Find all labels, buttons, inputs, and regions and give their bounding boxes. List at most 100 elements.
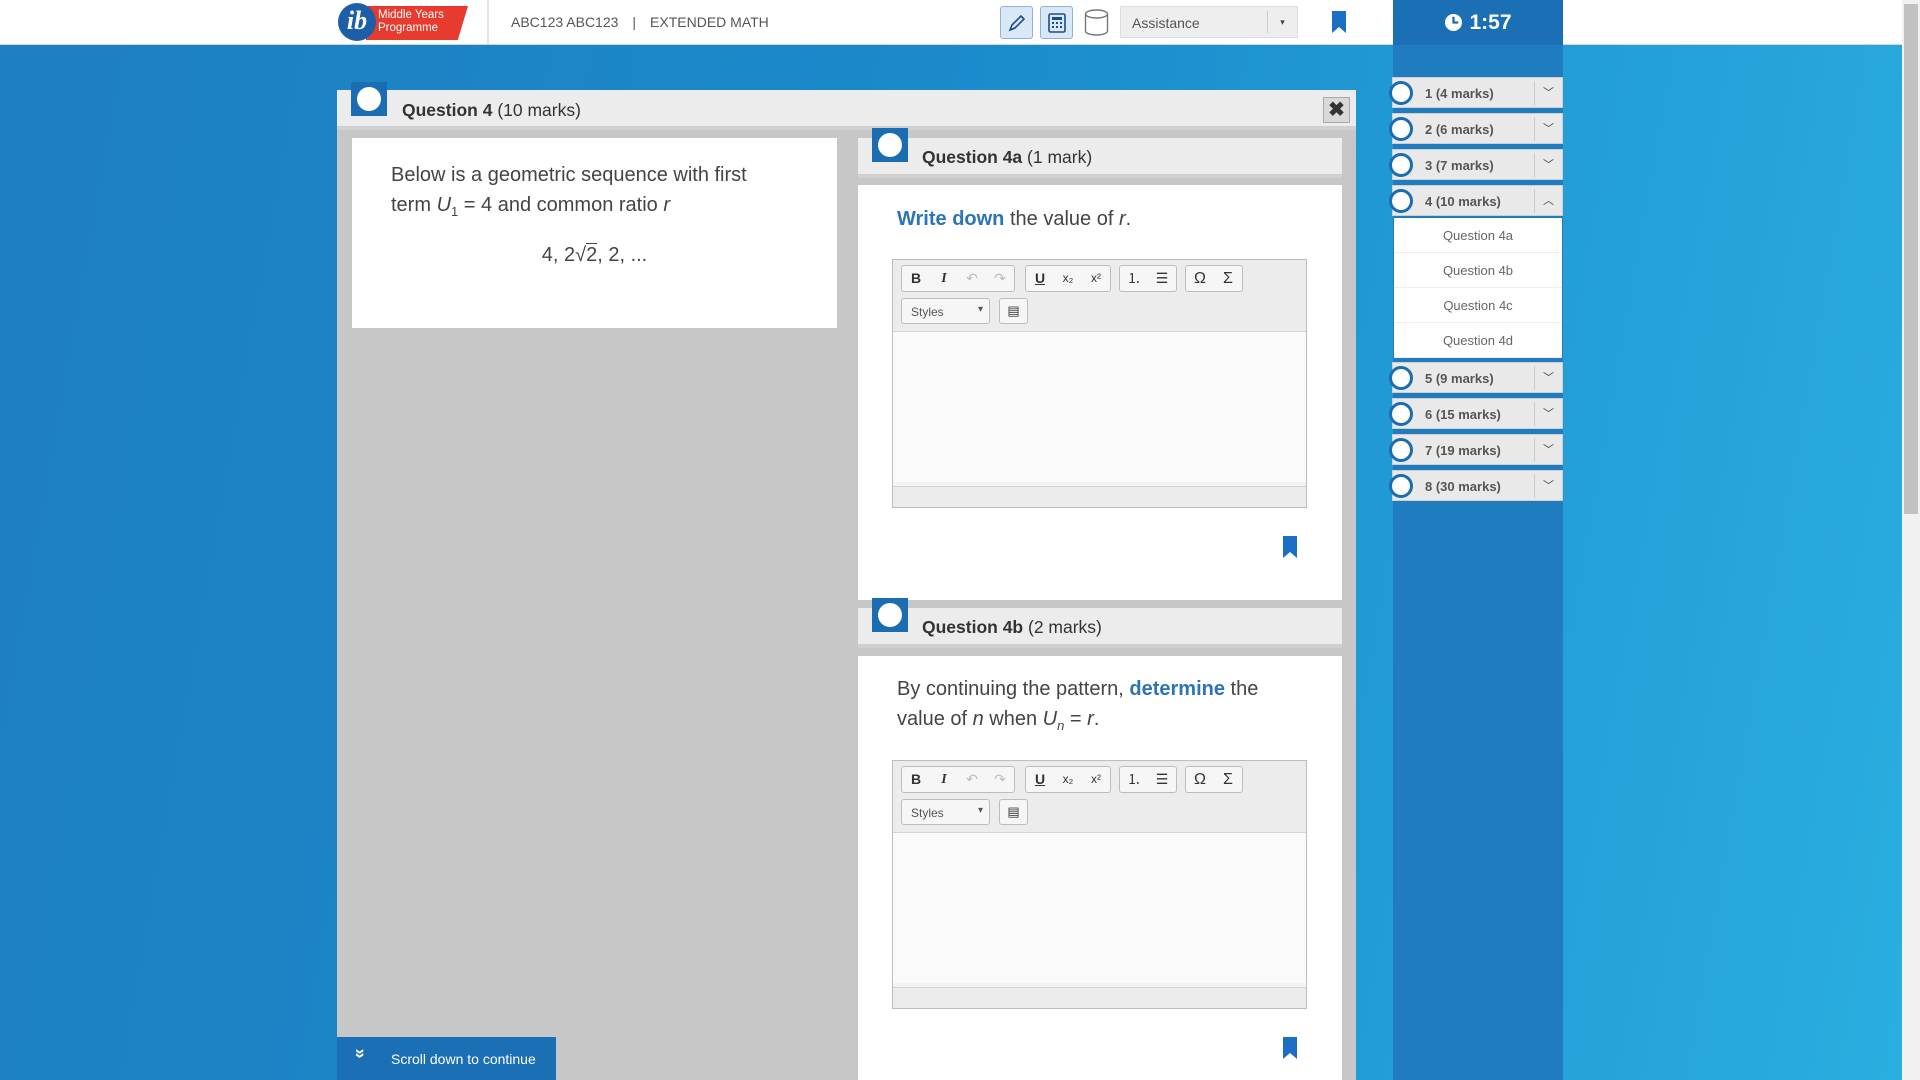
source-icon[interactable]: ▤ bbox=[999, 799, 1028, 825]
close-icon[interactable]: ✖ bbox=[1323, 97, 1350, 123]
sequence-expression: 4, 2√2, 2, ... bbox=[541, 243, 648, 266]
timer-value: 1:57 bbox=[1469, 10, 1512, 34]
part-bookmark-button[interactable] bbox=[1282, 535, 1298, 564]
bookmark-icon bbox=[1283, 536, 1297, 558]
symbol-group: ΩΣ bbox=[1185, 766, 1243, 793]
ib-logo: Middle Years Programme ib bbox=[338, 3, 468, 41]
bold-button[interactable]: B bbox=[902, 266, 930, 291]
ordered-list-button[interactable]: ⒈ bbox=[1120, 266, 1148, 291]
page-scrollbar[interactable] bbox=[1902, 0, 1920, 1080]
chevron-down-icon[interactable]: ﹀ bbox=[1534, 402, 1562, 426]
double-chevron-down-icon: » bbox=[350, 1048, 371, 1059]
nav-item-label: 6 (15 marks) bbox=[1425, 407, 1501, 422]
part-title: Question 4b (2 marks) bbox=[922, 617, 1102, 637]
pen-tool-button[interactable] bbox=[1000, 6, 1033, 39]
underline-button[interactable]: U bbox=[1026, 767, 1054, 792]
sqrt-symbol: √ bbox=[575, 244, 587, 266]
ordered-list-button[interactable]: ⒈ bbox=[1120, 767, 1148, 792]
assistance-label: Assistance bbox=[1132, 15, 1200, 31]
chevron-down-icon[interactable]: ﹀ bbox=[1534, 366, 1562, 390]
nav-question-2[interactable]: 2 (6 marks) ﹀ bbox=[1389, 113, 1563, 144]
answer-textarea[interactable] bbox=[893, 332, 1306, 482]
chevron-down-icon[interactable]: ﹀ bbox=[1534, 81, 1562, 105]
special-char-button[interactable]: Ω bbox=[1186, 266, 1214, 291]
special-char-button[interactable]: Ω bbox=[1186, 767, 1214, 792]
bookmark-icon bbox=[1332, 11, 1346, 33]
nav-subquestion-4c[interactable]: Question 4c bbox=[1394, 288, 1562, 323]
clock-icon bbox=[1445, 13, 1463, 32]
nav-item-label: 3 (7 marks) bbox=[1425, 158, 1494, 173]
nav-question-4[interactable]: 4 (10 marks) ︿ bbox=[1389, 185, 1563, 216]
nav-subquestion-4d[interactable]: Question 4d bbox=[1394, 323, 1562, 358]
nav-question-8[interactable]: 8 (30 marks) ﹀ bbox=[1389, 470, 1563, 501]
symbol-group: ΩΣ bbox=[1185, 265, 1243, 292]
subject-name: EXTENDED MATH bbox=[650, 14, 769, 30]
part-4a-card: Write down the value of r. B I ↶ ↷ Ux₂ x² ⒈ ☰… bbox=[858, 185, 1342, 600]
list-group: ⒈ ☰ bbox=[1119, 766, 1177, 793]
math-button[interactable]: Σ bbox=[1214, 266, 1242, 291]
undo-button[interactable]: ↶ bbox=[958, 767, 986, 792]
nav-item-label: 4 (10 marks) bbox=[1425, 194, 1501, 209]
reference-tool-button[interactable] bbox=[1080, 6, 1113, 39]
answer-editor-4a: BI↶↷ Ux₂x² ⒈☰ ΩΣ Styles ▤ bbox=[892, 259, 1307, 508]
chevron-down-icon[interactable]: ﹀ bbox=[1534, 474, 1562, 498]
redo-button[interactable]: ↷ bbox=[986, 767, 1014, 792]
editor-statusbar bbox=[893, 987, 1306, 1008]
nav-question-7[interactable]: 7 (19 marks) ﹀ bbox=[1389, 434, 1563, 465]
italic-button[interactable]: I bbox=[930, 767, 958, 792]
calculator-icon bbox=[1048, 13, 1066, 33]
flag-circle-icon[interactable] bbox=[351, 82, 387, 116]
divider bbox=[487, 0, 489, 44]
list-group: ⒈ ☰ bbox=[1119, 265, 1177, 292]
chevron-up-icon[interactable]: ︿ bbox=[1534, 189, 1562, 213]
nav-question-3[interactable]: 3 (7 marks) ﹀ bbox=[1389, 149, 1563, 180]
status-circle-icon bbox=[1389, 366, 1413, 390]
italic-button[interactable]: I bbox=[930, 266, 958, 291]
scrollbar-thumb[interactable] bbox=[1904, 4, 1918, 514]
nav-subquestion-4a[interactable]: Question 4a bbox=[1394, 218, 1562, 253]
undo-button[interactable]: ↶ bbox=[958, 266, 986, 291]
chevron-down-icon[interactable]: ﹀ bbox=[1534, 153, 1562, 177]
nav-item-label: 7 (19 marks) bbox=[1425, 443, 1501, 458]
bullet-list-button[interactable]: ☰ bbox=[1148, 767, 1176, 792]
bullet-list-button[interactable]: ☰ bbox=[1148, 266, 1176, 291]
stem-text: Below is a geometric sequence with first… bbox=[391, 164, 747, 219]
source-icon[interactable]: ▤ bbox=[999, 298, 1028, 324]
top-bar: Middle Years Programme ib ABC123 ABC123 |… bbox=[0, 0, 1920, 45]
chevron-down-icon[interactable]: ﹀ bbox=[1534, 117, 1562, 141]
styles-dropdown[interactable]: Styles bbox=[901, 298, 990, 324]
nav-item-label: 8 (30 marks) bbox=[1425, 479, 1501, 494]
bold-button[interactable]: B bbox=[902, 767, 930, 792]
nav-question-6[interactable]: 6 (15 marks) ﹀ bbox=[1389, 398, 1563, 429]
editor-statusbar bbox=[893, 486, 1306, 507]
editor-toolbar: BI↶↷ Ux₂x² ⒈☰ ΩΣ Styles ▤ bbox=[893, 761, 1306, 833]
subscript-button[interactable]: x₂ bbox=[1054, 767, 1082, 792]
nav-question-1[interactable]: 1 (4 marks) ﹀ bbox=[1389, 77, 1563, 108]
part-bookmark-button[interactable] bbox=[1282, 1036, 1298, 1065]
math-button[interactable]: Σ bbox=[1214, 767, 1242, 792]
nav-subquestion-4b[interactable]: Question 4b bbox=[1394, 253, 1562, 288]
bookmark-button[interactable] bbox=[1331, 10, 1347, 39]
subscript-button[interactable]: x₂ bbox=[1054, 266, 1082, 291]
assistance-dropdown[interactable]: Assistance ▾ bbox=[1120, 6, 1298, 38]
nav-item-label: 5 (9 marks) bbox=[1425, 371, 1494, 386]
scroll-down-button[interactable]: » Scroll down to continue bbox=[337, 1037, 556, 1080]
separator: | bbox=[632, 14, 637, 30]
flag-circle-icon[interactable] bbox=[872, 598, 908, 632]
superscript-button[interactable]: x² bbox=[1082, 767, 1110, 792]
question-title: Question 4 (10 marks) bbox=[402, 100, 581, 120]
script-group: Ux₂ x² bbox=[1025, 766, 1111, 793]
nav-question-5[interactable]: 5 (9 marks) ﹀ bbox=[1389, 362, 1563, 393]
chevron-down-icon: ▾ bbox=[1267, 11, 1297, 33]
styles-dropdown[interactable]: Styles bbox=[901, 799, 990, 825]
redo-button[interactable]: ↷ bbox=[986, 266, 1014, 291]
status-circle-icon bbox=[1389, 81, 1413, 105]
flag-circle-icon[interactable] bbox=[872, 128, 908, 162]
underline-button[interactable]: U bbox=[1026, 266, 1054, 291]
calculator-tool-button[interactable] bbox=[1040, 6, 1073, 39]
superscript-button[interactable]: x² bbox=[1082, 266, 1110, 291]
part-title: Question 4a (1 mark) bbox=[922, 147, 1093, 167]
part-4a-prompt: Write down the value of r. bbox=[897, 208, 1132, 230]
answer-textarea[interactable] bbox=[893, 833, 1306, 983]
chevron-down-icon[interactable]: ﹀ bbox=[1534, 438, 1562, 462]
